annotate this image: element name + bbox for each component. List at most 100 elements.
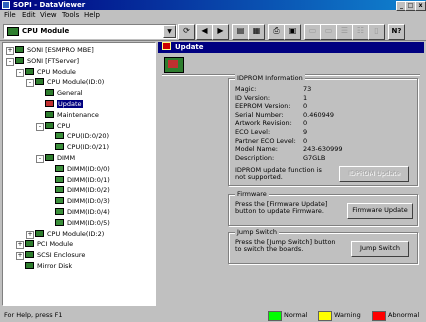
preview-icon[interactable]: ▣ — [284, 24, 301, 40]
tree-item-label: PCI Module — [37, 240, 74, 249]
node-icon — [45, 89, 54, 97]
tree-item-label: DIMM(ID:0/3) — [67, 197, 110, 206]
tree-item-label: DIMM(ID:0/5) — [67, 218, 110, 227]
tree-item[interactable]: DIMM(ID:0/2) — [55, 185, 110, 195]
collapse-icon[interactable]: - — [36, 155, 44, 163]
menu-view[interactable]: View — [40, 11, 57, 19]
firmware-group: Firmware Press the [Firmware Update] but… — [228, 190, 418, 226]
warning-label: Warning — [334, 311, 361, 319]
window-title: SOPI - DataViewer — [13, 1, 86, 9]
menu-edit[interactable]: Edit — [22, 11, 36, 19]
idprom-field-label: ID Version: — [235, 93, 271, 102]
pane-title: Update — [175, 43, 204, 51]
tree-item[interactable]: Update — [45, 99, 83, 109]
node-icon — [25, 251, 34, 259]
tree-item[interactable]: DIMM(ID:0/0) — [55, 164, 110, 174]
menu-help[interactable]: Help — [84, 11, 100, 19]
tree-item[interactable]: DIMM(ID:0/3) — [55, 196, 110, 206]
tree-item[interactable]: CPU(ID:0/20) — [55, 131, 109, 141]
tree-item[interactable]: + PCI Module — [16, 239, 74, 250]
tree-item[interactable]: + SONI [ESMPRO MBE] — [6, 45, 94, 55]
tree-item-label: SONI [FTServer] — [27, 56, 80, 65]
tree-item[interactable]: General — [45, 88, 83, 98]
tree-view[interactable]: + SONI [ESMPRO MBE] - SONI [FTServer] - CPU M… — [2, 42, 156, 306]
node-icon — [25, 240, 34, 248]
module-select[interactable]: CPU Module ▼ — [3, 24, 177, 39]
collapse-icon[interactable]: - — [36, 122, 44, 131]
firmware-text: Press the [Firmware Update] button to up… — [235, 200, 328, 215]
collapse-icon[interactable]: - — [6, 57, 14, 66]
tree-item[interactable]: + SCSI Enclosure — [16, 250, 86, 261]
tree-item-label: DIMM(ID:0/2) — [67, 186, 110, 195]
list-view-button[interactable]: ☰ — [336, 24, 353, 40]
chevron-down-icon[interactable]: ▼ — [163, 25, 176, 38]
abnormal-swatch — [372, 311, 386, 321]
update-large-icon — [164, 57, 184, 73]
tree-item-label: Update — [57, 100, 83, 108]
normal-label: Normal — [284, 311, 308, 319]
tree-item-label: CPU Module(ID:2) — [47, 229, 105, 238]
collapse-icon[interactable]: - — [26, 79, 34, 88]
expand-icon[interactable]: + — [26, 230, 34, 239]
idprom-field-value: 73 — [303, 85, 312, 93]
idprom-update-button[interactable]: IDPROM Update — [339, 166, 409, 182]
idprom-field-label: Partner ECO Level: — [235, 136, 296, 145]
expand-icon[interactable]: + — [6, 47, 14, 55]
small-icons-button[interactable]: ▭ — [320, 24, 337, 40]
back-icon[interactable]: ◀ — [196, 24, 213, 40]
expand-icon[interactable]: + — [16, 241, 24, 250]
idprom-group-title: IDPROM Information — [235, 74, 305, 82]
tree-item[interactable]: Maintenance — [45, 110, 99, 120]
help-pointer-icon[interactable]: N? — [388, 24, 405, 40]
node-icon — [55, 143, 64, 151]
jump-switch-group: Jump Switch Press the [Jump Switch] butt… — [228, 228, 418, 264]
title-bar: SOPI - DataViewer _ □ x — [0, 0, 426, 11]
idprom-field-label: Description: — [235, 153, 275, 162]
view-option-button[interactable]: ▯ — [368, 24, 385, 40]
tree-item-label: DIMM(ID:0/0) — [67, 164, 110, 173]
menu-bar: File Edit View Tools Help — [0, 10, 426, 20]
collapse-icon[interactable]: - — [16, 68, 24, 77]
tree-item[interactable]: DIMM(ID:0/4) — [55, 207, 110, 217]
jump-switch-button[interactable]: Jump Switch — [351, 241, 409, 257]
node-icon — [35, 229, 44, 237]
node-icon — [55, 218, 64, 226]
tree-item[interactable]: CPU(ID:0/21) — [55, 142, 109, 152]
tree-item[interactable]: - CPU Module(ID:0) — [26, 77, 104, 88]
idprom-field-value: 1 — [303, 93, 308, 102]
node-icon — [15, 46, 24, 53]
tree-item[interactable]: DIMM(ID:0/1) — [55, 175, 110, 185]
tree-item-label: CPU Module — [37, 67, 76, 76]
expand-icon[interactable]: + — [16, 252, 24, 261]
tree-item[interactable]: DIMM(ID:0/5) — [55, 218, 110, 228]
warning-swatch — [318, 311, 332, 321]
menu-file[interactable]: File — [4, 11, 16, 19]
tree-item[interactable]: - CPU — [36, 121, 71, 131]
tree-item-label: CPU(ID:0/20) — [67, 132, 109, 141]
tree-item[interactable]: - CPU Module — [16, 67, 76, 77]
large-icons-button[interactable]: ▭ — [304, 24, 321, 40]
forward-icon[interactable]: ▶ — [212, 24, 229, 40]
idprom-field-label: Magic: — [235, 85, 257, 93]
firmware-update-button[interactable]: Firmware Update — [347, 203, 413, 219]
node-icon — [35, 78, 44, 86]
refresh-button[interactable]: ⟳ — [178, 24, 195, 40]
node-icon — [45, 100, 54, 107]
tree-item-label: CPU(ID:0/21) — [67, 143, 109, 152]
print-icon[interactable]: ⎙ — [268, 24, 285, 40]
node-icon — [25, 67, 34, 75]
node-icon — [55, 186, 64, 194]
tree-item[interactable]: - DIMM — [36, 153, 75, 163]
tree-item[interactable]: - SONI [FTServer] — [6, 56, 80, 66]
tree-item-label: CPU — [57, 121, 71, 130]
menu-tools[interactable]: Tools — [62, 11, 79, 19]
detail-view-button[interactable]: ☷ — [352, 24, 369, 40]
cascade-icon[interactable]: ▦ — [248, 24, 265, 40]
tree-item-label: SCSI Enclosure — [37, 251, 86, 260]
tile-icon[interactable]: ▤ — [232, 24, 249, 40]
tree-item[interactable]: + CPU Module(ID:2) — [26, 229, 105, 239]
tree-item-label: Mirror Disk — [37, 262, 73, 270]
idprom-field-label: ECO Level: — [235, 128, 271, 136]
tree-item[interactable]: Mirror Disk — [25, 261, 72, 271]
idprom-field-value: 0.460949 — [303, 110, 335, 119]
